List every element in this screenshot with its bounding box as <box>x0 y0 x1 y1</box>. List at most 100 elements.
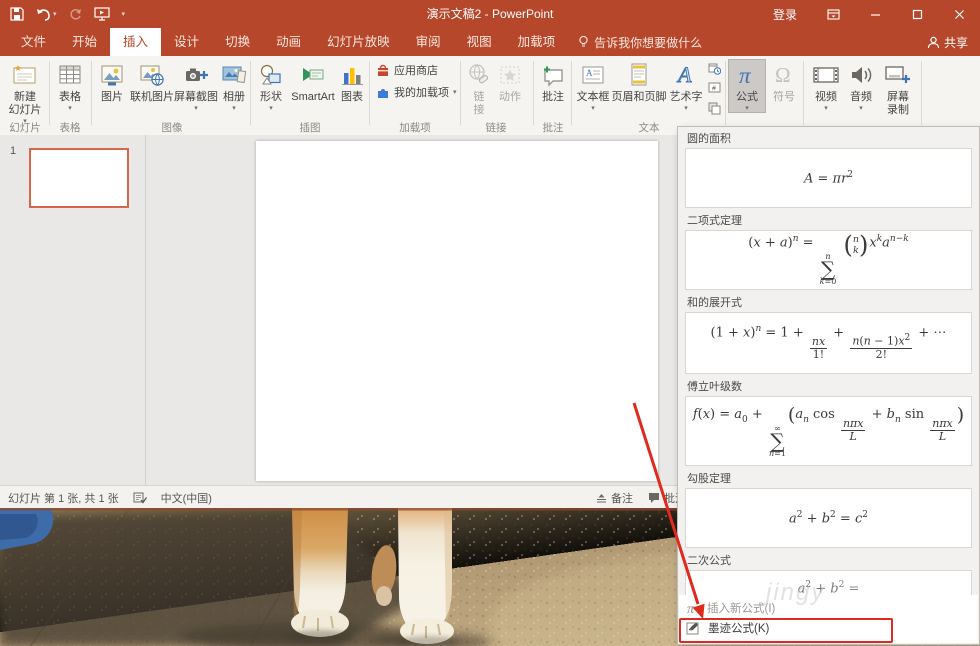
video-button[interactable]: 视频 ▾ <box>808 59 844 113</box>
comments-icon <box>648 492 660 503</box>
slide-canvas[interactable] <box>256 141 658 481</box>
table-button[interactable]: 表格 ▾ <box>51 59 89 113</box>
sign-in-button[interactable]: 登录 <box>758 0 812 28</box>
smartart-icon <box>300 59 326 91</box>
equation-item-pythagorean-theorem[interactable]: a2 + b2 = c2 <box>685 488 972 548</box>
textbox-button[interactable]: A 文本框 ▾ <box>574 59 612 113</box>
object-button[interactable] <box>708 102 721 115</box>
dropdown-arrow-icon: ▾ <box>194 105 198 113</box>
notes-toggle[interactable]: 备注 <box>596 486 633 509</box>
button-label: 接 <box>474 104 485 117</box>
new-slide-button[interactable]: 新建 幻灯片 ▾ <box>2 59 48 126</box>
smartart-button[interactable]: SmartArt <box>289 59 337 104</box>
screen-recording-button[interactable]: 屏幕 录制 <box>878 59 918 117</box>
svg-text:A: A <box>676 62 692 87</box>
group-label-images: 图像 <box>94 120 250 135</box>
tab-home[interactable]: 开始 <box>59 28 110 56</box>
textbox-icon: A <box>580 59 606 91</box>
hyperlink-button[interactable]: 链 接 <box>464 59 494 117</box>
notes-label: 备注 <box>611 490 633 506</box>
symbol-omega-icon: Ω <box>771 59 797 91</box>
chart-button[interactable]: 图表 <box>337 59 367 104</box>
addins-stack: 应用商店 我的加载项 ▾ <box>376 62 458 100</box>
header-footer-icon <box>628 59 650 91</box>
tab-addins[interactable]: 加载项 <box>505 28 569 56</box>
slide-number-icon: # <box>708 82 721 95</box>
button-label: 公式 <box>736 91 758 104</box>
action-button[interactable]: 动作 <box>494 59 526 104</box>
my-addins-button[interactable]: 我的加载项 ▾ <box>376 84 457 100</box>
symbol-button[interactable]: Ω 符号 <box>766 59 802 104</box>
share-button[interactable]: 共享 <box>927 28 968 56</box>
group-label-tables: 表格 <box>51 120 89 135</box>
tab-animations[interactable]: 动画 <box>263 28 314 56</box>
comment-button[interactable]: 批注 <box>538 59 568 104</box>
date-time-icon <box>708 62 721 75</box>
tell-me-box[interactable]: 告诉我你想要做什么 <box>578 28 702 56</box>
equation-item-binomial-theorem[interactable]: (x + a)n = n∑k=0 (nk)xkan−k <box>685 230 972 290</box>
button-label: 幻灯片 <box>9 104 42 117</box>
wordart-button[interactable]: A 艺术字 ▾ <box>666 59 706 113</box>
date-time-button[interactable] <box>708 62 721 75</box>
maximize-button[interactable] <box>896 0 938 28</box>
tab-slideshow[interactable]: 幻灯片放映 <box>314 28 403 56</box>
ribbon-tabs: 文件 开始 插入 设计 切换 动画 幻灯片放映 审阅 视图 加载项 告诉我你想要… <box>0 28 980 56</box>
pictures-button[interactable]: 图片 <box>94 59 130 104</box>
store-button[interactable]: 应用商店 <box>376 62 438 78</box>
group-label-comments: 批注 <box>536 120 570 135</box>
online-pictures-button[interactable]: 联机图片 <box>130 59 174 104</box>
formula: A = πr2 <box>804 170 853 186</box>
equation-pi-icon: π <box>734 59 760 91</box>
shapes-icon <box>258 59 284 91</box>
button-label: 形状 <box>260 91 282 104</box>
video-icon <box>812 59 840 91</box>
slide-number-button[interactable]: # <box>708 82 721 95</box>
minimize-button[interactable] <box>854 0 896 28</box>
spell-check-icon <box>133 492 147 504</box>
tab-design[interactable]: 设计 <box>161 28 212 56</box>
equation-item-fourier-series[interactable]: f(x) = a0 + ∞∑n=1(an cos nπxL + bn sin n… <box>685 396 972 466</box>
audio-icon <box>848 59 874 91</box>
button-label: 批注 <box>542 91 564 104</box>
button-label: 图片 <box>101 91 123 104</box>
tab-file[interactable]: 文件 <box>8 28 59 56</box>
dropdown-arrow-icon: ▾ <box>859 105 863 113</box>
equation-button[interactable]: π 公式 ▾ <box>728 59 766 113</box>
formula: (1 + x)n = 1 + nx1! + n(n − 1)x22! + ⋯ <box>711 324 947 362</box>
button-label: 视频 <box>815 91 837 104</box>
dropdown-arrow-icon: ▾ <box>824 105 828 113</box>
text-small-buttons: # <box>706 62 722 115</box>
ribbon: 新建 幻灯片 ▾ 表格 ▾ 图片 联机图片 屏幕截图 ▾ 相册 ▾ <box>0 56 980 136</box>
button-label: 相册 <box>223 91 245 104</box>
language-button[interactable]: 中文(中国) <box>161 490 212 506</box>
photo-album-button[interactable]: 相册 ▾ <box>218 59 250 113</box>
notes-icon <box>596 493 607 503</box>
online-pictures-icon <box>139 59 165 91</box>
spell-check-button[interactable] <box>133 492 147 504</box>
group-label-addins: 加载项 <box>372 120 458 135</box>
shapes-button[interactable]: 形状 ▾ <box>253 59 289 113</box>
dropdown-arrow-icon: ▾ <box>68 105 72 113</box>
tab-transitions[interactable]: 切换 <box>212 28 263 56</box>
tab-review[interactable]: 审阅 <box>403 28 454 56</box>
header-footer-button[interactable]: 页眉和页脚 <box>612 59 666 104</box>
tab-view[interactable]: 视图 <box>454 28 505 56</box>
screenshot-button[interactable]: 屏幕截图 ▾ <box>174 59 218 113</box>
dropdown-arrow-icon: ▾ <box>745 105 749 113</box>
audio-button[interactable]: 音频 ▾ <box>844 59 878 113</box>
button-label: 链 <box>474 91 485 104</box>
button-label: 页眉和页脚 <box>612 91 667 104</box>
tab-insert[interactable]: 插入 <box>110 28 161 56</box>
store-icon <box>376 63 390 77</box>
equation-item-circle-area[interactable]: A = πr2 <box>685 148 972 208</box>
comment-icon <box>540 59 566 91</box>
equation-item-expansion-of-sum[interactable]: (1 + x)n = 1 + nx1! + n(n − 1)x22! + ⋯ <box>685 312 972 374</box>
slide-thumbnail[interactable] <box>29 148 129 208</box>
insert-new-equation-item[interactable]: π 插入新公式(I) <box>679 598 978 618</box>
svg-text:A: A <box>586 68 593 78</box>
close-button[interactable] <box>938 0 980 28</box>
ribbon-display-options-button[interactable] <box>812 0 854 28</box>
new-slide-icon <box>11 59 39 91</box>
group-label-slides: 幻灯片 <box>2 120 48 135</box>
formula: f(x) = a0 + ∞∑n=1(an cos nπxL + bn sin n… <box>693 404 964 458</box>
